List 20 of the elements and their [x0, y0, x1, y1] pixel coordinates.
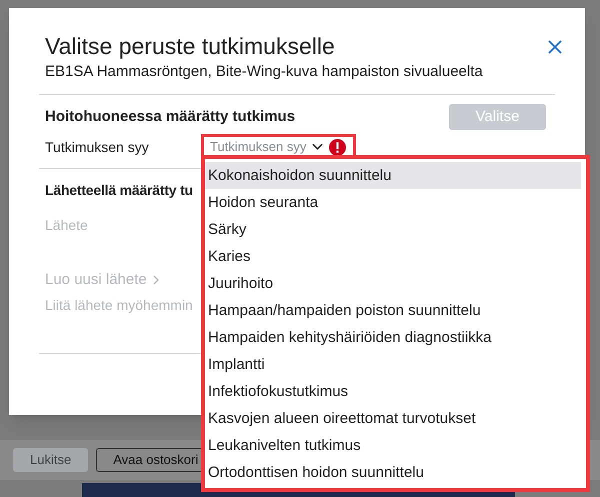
- field-label: Lähete: [45, 216, 88, 235]
- dropdown-option[interactable]: Infektiofokustutkimus: [205, 378, 581, 405]
- section-heading: Hoitohuoneessa määrätty tutkimus: [45, 106, 296, 127]
- field-label: Tutkimuksen syy: [45, 138, 150, 157]
- dropdown-option[interactable]: Kokonaishoidon suunnittelu: [205, 162, 581, 189]
- hint-text: Liitä lähete myöhemmin: [45, 296, 193, 315]
- dropdown-option[interactable]: Juurihoito: [205, 270, 581, 297]
- dropdown-option[interactable]: Karies: [205, 243, 581, 270]
- section-heading: Lähetteellä määrätty tu: [45, 181, 193, 200]
- chevron-icon: [152, 275, 159, 286]
- dialog-subtitle: EB1SA Hammasröntgen, Bite-Wing-kuva hampaiston sivualueelta: [45, 62, 483, 82]
- dropdown-option[interactable]: Hampaan/hampaiden poiston suunnittelu: [205, 297, 581, 324]
- dialog-title: Valitse peruste tutkimukselle: [45, 32, 335, 60]
- dropdown-option[interactable]: Hampaiden kehityshäiriöiden diagnostiikka: [205, 324, 581, 351]
- dropdown-option[interactable]: Hoidon seuranta: [205, 189, 581, 216]
- dropdown-option[interactable]: Kasvojen alueen oireettomat turvotukset: [205, 405, 581, 432]
- close-icon: [547, 39, 563, 55]
- caret-icon: [312, 143, 324, 151]
- dropdown-option[interactable]: Implantti: [205, 351, 581, 378]
- dropdown-option[interactable]: Särky: [205, 216, 581, 243]
